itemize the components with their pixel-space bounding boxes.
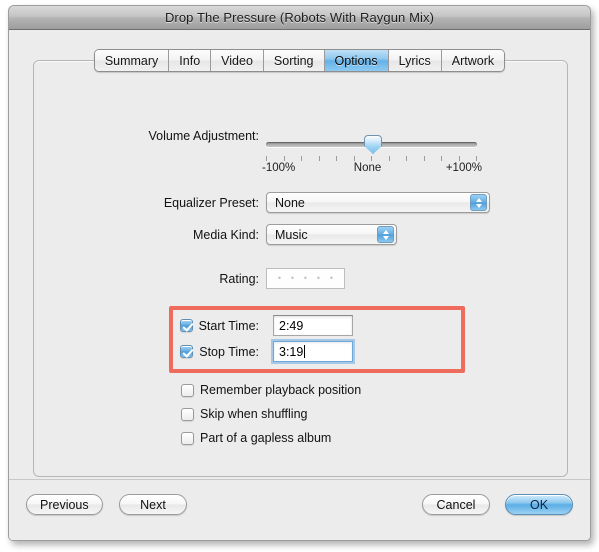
part-of-gapless-album-checkbox[interactable] — [181, 431, 194, 445]
chevron-up-icon — [475, 197, 482, 202]
rating-star-4[interactable]: • — [317, 274, 320, 283]
media-kind-label: Media Kind: — [192, 227, 259, 242]
tab-info[interactable]: Info — [169, 50, 212, 71]
stop-time-checkbox[interactable] — [180, 345, 194, 358]
chevron-down-icon — [382, 235, 389, 240]
rating-label: Rating: — [219, 271, 259, 286]
dialog-body: Summary Info Video Sorting Options Lyric… — [9, 30, 590, 540]
volume-tick — [424, 156, 425, 161]
start-time-checkbox[interactable] — [179, 319, 193, 332]
start-time-value: 2:49 — [279, 318, 304, 333]
dialog-button-bar: Previous Next Cancel OK — [9, 479, 590, 540]
media-kind-row: Media Kind: Music — [9, 224, 397, 245]
tab-sorting[interactable]: Sorting — [263, 50, 325, 71]
volume-mid-label: None — [353, 162, 382, 174]
rating-star-3[interactable]: • — [304, 274, 307, 283]
tab-artwork[interactable]: Artwork — [441, 50, 505, 71]
chevron-updown-icon[interactable] — [470, 194, 487, 211]
screenshot-root: Drop The Pressure (Robots With Raygun Mi… — [0, 0, 599, 552]
remember-playback-position-label: Remember playback position — [200, 383, 362, 397]
volume-min-label: -100% — [262, 162, 296, 174]
volume-max-label: +100% — [445, 162, 482, 174]
part-of-gapless-album-row[interactable]: Part of a gapless album — [181, 431, 331, 445]
equalizer-preset-value: None — [275, 195, 305, 210]
skip-when-shuffling-checkbox[interactable] — [181, 407, 194, 421]
volume-tick — [371, 156, 372, 161]
volume-tick — [354, 156, 355, 161]
remember-playback-position-row[interactable]: Remember playback position — [181, 383, 361, 397]
tab-summary[interactable]: Summary — [94, 50, 170, 71]
stop-time-label: Stop Time: — [199, 344, 259, 359]
volume-tick — [459, 156, 460, 161]
stop-time-value: 3:19 — [279, 344, 304, 359]
chevron-up-icon — [382, 229, 389, 234]
stop-time-input[interactable]: 3:19 — [273, 341, 353, 362]
equalizer-preset-select[interactable]: None — [266, 192, 490, 213]
stop-time-label-wrap: Stop Time: — [9, 345, 266, 359]
equalizer-preset-label: Equalizer Preset: — [163, 195, 259, 210]
volume-tick — [441, 156, 442, 161]
volume-tick — [284, 156, 285, 161]
start-time-input[interactable]: 2:49 — [273, 315, 353, 336]
rating-star-1[interactable]: • — [278, 274, 281, 283]
start-time-row: Start Time: 2:49 — [9, 315, 353, 336]
tab-lyrics[interactable]: Lyrics — [388, 50, 442, 71]
equalizer-preset-row: Equalizer Preset: None — [9, 192, 490, 213]
tab-bar: Summary Info Video Sorting Options Lyric… — [9, 49, 590, 72]
next-button[interactable]: Next — [119, 494, 187, 515]
volume-tick — [406, 156, 407, 161]
media-kind-value: Music — [275, 227, 308, 242]
volume-tick — [319, 156, 320, 161]
skip-when-shuffling-label: Skip when shuffling — [200, 407, 308, 421]
previous-button[interactable]: Previous — [26, 494, 103, 515]
media-kind-select[interactable]: Music — [266, 224, 397, 245]
rating-row: Rating: • • • • • — [9, 268, 345, 289]
remember-playback-position-checkbox[interactable] — [181, 383, 194, 397]
volume-tick — [336, 156, 337, 161]
chevron-updown-icon[interactable] — [377, 226, 394, 243]
rating-star-2[interactable]: • — [291, 274, 294, 283]
tab-options[interactable]: Options — [324, 50, 389, 71]
chevron-down-icon — [475, 203, 482, 208]
dialog-titlebar[interactable]: Drop The Pressure (Robots With Raygun Mi… — [9, 6, 590, 30]
cancel-button[interactable]: Cancel — [422, 494, 490, 515]
stop-time-row: Stop Time: 3:19 — [9, 341, 353, 362]
start-time-label: Start Time: — [198, 318, 259, 333]
tab-group: Summary Info Video Sorting Options Lyric… — [93, 49, 506, 72]
volume-adjustment-label: Volume Adjustment: — [148, 129, 259, 143]
volume-adjustment-row: Volume Adjustment: -100% None +100% — [9, 129, 482, 174]
volume-tick — [476, 156, 477, 161]
start-time-label-wrap: Start Time: — [9, 319, 266, 333]
rating-star-5[interactable]: • — [330, 274, 333, 283]
part-of-gapless-album-label: Part of a gapless album — [200, 431, 332, 445]
rating-field[interactable]: • • • • • — [266, 268, 345, 289]
ok-button[interactable]: OK — [505, 494, 573, 515]
volume-tick — [301, 156, 302, 161]
volume-tick — [389, 156, 390, 161]
track-info-dialog: Drop The Pressure (Robots With Raygun Mi… — [8, 5, 591, 541]
text-caret — [304, 345, 306, 358]
volume-tick — [266, 156, 267, 161]
dialog-title: Drop The Pressure (Robots With Raygun Mi… — [164, 10, 435, 25]
tab-video[interactable]: Video — [211, 50, 264, 71]
volume-slider-labels: -100% None +100% — [262, 162, 482, 174]
skip-when-shuffling-row[interactable]: Skip when shuffling — [181, 407, 307, 421]
